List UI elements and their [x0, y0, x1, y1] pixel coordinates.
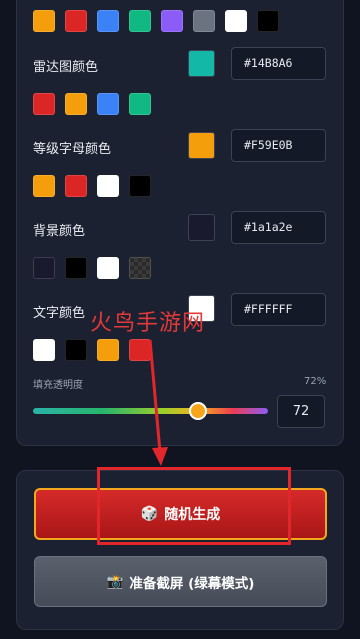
text-preset-swatch[interactable] — [33, 339, 55, 361]
top-preset-swatch[interactable] — [129, 10, 151, 32]
top-preset-swatch[interactable] — [65, 10, 87, 32]
text-color-hex-input[interactable]: #FFFFFF — [231, 293, 326, 326]
prepare-screenshot-label: 准备截屏 (绿幕模式) — [129, 575, 255, 592]
background-color-picker[interactable] — [188, 214, 215, 241]
radar-color-label: 雷达图颜色 — [33, 60, 99, 75]
text-preset-swatch[interactable] — [129, 339, 151, 361]
grade-color-picker[interactable] — [188, 132, 215, 159]
grade-preset-swatch[interactable] — [65, 175, 87, 197]
opacity-percent: 72% — [304, 376, 327, 387]
grade-preset-swatch[interactable] — [129, 175, 151, 197]
opacity-label: 填充透明度 — [33, 380, 83, 391]
grade-color-hex-input[interactable]: #F59E0B — [231, 129, 326, 162]
text-preset-swatch[interactable] — [65, 339, 87, 361]
top-preset-swatch[interactable] — [225, 10, 247, 32]
grade-preset-swatch[interactable] — [33, 175, 55, 197]
background-preset-swatch[interactable] — [97, 257, 119, 279]
radar-preset-swatch[interactable] — [65, 93, 87, 115]
background-preset-swatch[interactable] — [33, 257, 55, 279]
top-preset-swatch[interactable] — [97, 10, 119, 32]
radar-preset-swatch[interactable] — [97, 93, 119, 115]
background-preset-swatch[interactable] — [65, 257, 87, 279]
top-preset-swatch[interactable] — [193, 10, 215, 32]
background-color-label: 背景颜色 — [33, 224, 86, 239]
opacity-slider-track[interactable] — [33, 408, 268, 414]
grade-preset-swatch[interactable] — [97, 175, 119, 197]
opacity-number-input[interactable]: 72 — [277, 395, 325, 428]
camera-icon: 📸 — [106, 573, 124, 590]
radar-preset-swatch[interactable] — [33, 93, 55, 115]
watermark: 火鸟手游网 — [90, 311, 206, 336]
text-preset-swatch[interactable] — [97, 339, 119, 361]
prepare-screenshot-button[interactable]: 📸 准备截屏 (绿幕模式) — [34, 556, 327, 607]
radar-preset-swatch[interactable] — [129, 93, 151, 115]
radar-color-picker[interactable] — [188, 50, 215, 77]
background-color-hex-input[interactable]: #1a1a2e — [231, 211, 326, 244]
top-preset-swatch[interactable] — [257, 10, 279, 32]
top-preset-swatch[interactable] — [33, 10, 55, 32]
text-color-label: 文字颜色 — [33, 306, 86, 321]
top-preset-swatch[interactable] — [161, 10, 183, 32]
background-preset-swatch[interactable] — [129, 257, 151, 279]
opacity-slider-thumb[interactable] — [189, 402, 207, 420]
grade-color-label: 等级字母颜色 — [33, 142, 112, 157]
annotation-highlight-box — [97, 467, 291, 545]
radar-color-hex-input[interactable]: #14B8A6 — [231, 47, 326, 80]
